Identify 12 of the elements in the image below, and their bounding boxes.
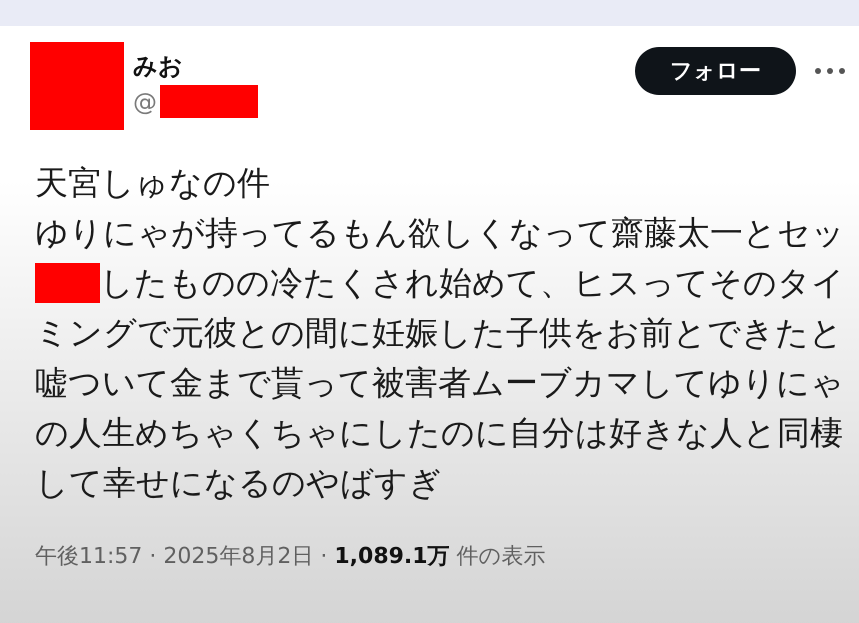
post-text-line: ミングで元彼との間に妊娠した子供をお前とできたと bbox=[35, 312, 843, 354]
post-meta: 午後11:57 · 2025年8月2日 · 1,089.1万 件の表示 bbox=[35, 543, 546, 571]
follow-button[interactable]: フォロー bbox=[635, 47, 796, 95]
post-text-line: したものの冷たくされ始めて、ヒスってそのタイ bbox=[100, 262, 845, 304]
post-text-line: ゆりにゃが持ってるもん欲しくなって齋藤太一とセッ bbox=[35, 212, 845, 254]
user-handle: @ bbox=[133, 86, 157, 118]
post-text-line: 嘘ついて金まで貰って被害者ムーブカマしてゆりにゃ bbox=[35, 362, 844, 404]
display-name[interactable]: みお bbox=[133, 51, 183, 81]
post-text-line: の人生めちゃくちゃにしたのに自分は好きな人と同棲 bbox=[35, 412, 843, 454]
more-icon[interactable] bbox=[815, 68, 845, 74]
post-text-line: 天宮しゅなの件 bbox=[35, 162, 270, 204]
post-text-line: して幸せになるのやばすぎ bbox=[35, 462, 442, 504]
